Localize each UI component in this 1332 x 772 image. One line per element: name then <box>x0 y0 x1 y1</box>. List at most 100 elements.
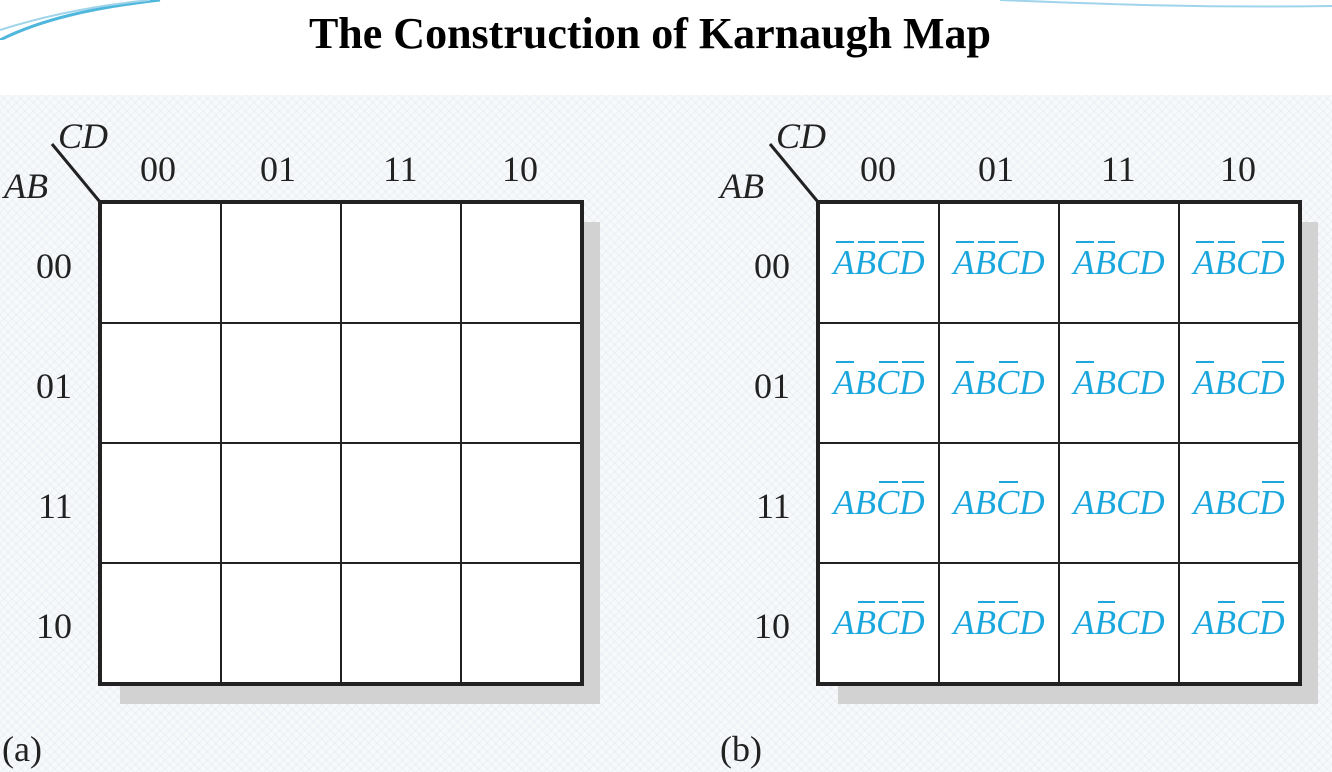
minterm-cell: ABCD <box>939 203 1059 323</box>
complemented-literal: D <box>1259 361 1285 402</box>
complemented-literal: D <box>1259 601 1285 642</box>
literal: B <box>974 363 997 402</box>
minterm-cell: ABCD <box>1059 443 1179 563</box>
complemented-literal: D <box>1259 241 1285 282</box>
complemented-literal: C <box>876 601 900 642</box>
minterm-expression: ABCD <box>953 601 1045 643</box>
complemented-literal: A <box>1073 241 1095 282</box>
row-variable-label: AB <box>720 166 764 206</box>
column-code-01: 01 <box>978 149 1014 189</box>
minterm-cell: ABCD <box>1179 443 1299 563</box>
literal: C <box>1116 483 1140 522</box>
complemented-literal: B <box>1094 601 1117 642</box>
map-grid: ABCD ABCD ABCD ABCD ABCD ABCD ABCD ABCD ABCD ABCD… <box>816 200 1302 686</box>
literal: C <box>1116 243 1140 282</box>
complemented-literal: D <box>1259 481 1285 522</box>
complemented-literal: B <box>1094 241 1117 282</box>
minterm-cell: ABCD <box>939 443 1059 563</box>
panel-caption-b: (b) <box>720 729 762 769</box>
complemented-literal: B <box>974 601 997 642</box>
complemented-literal: C <box>876 361 900 402</box>
complemented-literal: C <box>996 601 1020 642</box>
complemented-literal: B <box>854 241 877 282</box>
minterm-cell: ABCD <box>819 323 939 443</box>
row-code-01: 01 <box>754 366 790 406</box>
complemented-literal: A <box>833 241 855 282</box>
column-code-10: 10 <box>1220 149 1256 189</box>
literal: C <box>1236 363 1260 402</box>
minterm-expression: ABCD <box>1193 361 1285 403</box>
literal: B <box>854 363 877 402</box>
karnaugh-map-minterms: CD AB 00 01 11 10 00 01 11 10 ABCD ABCD AB… <box>0 0 1332 772</box>
literal: D <box>1139 363 1165 402</box>
minterm-expression: ABCD <box>953 241 1045 283</box>
minterm-cell: ABCD <box>1059 563 1179 683</box>
complemented-literal: C <box>996 241 1020 282</box>
minterm-cell: ABCD <box>819 563 939 683</box>
minterm-expression: ABCD <box>833 481 925 523</box>
literal: B <box>974 483 997 522</box>
complemented-literal: B <box>974 241 997 282</box>
complemented-literal: B <box>1214 601 1237 642</box>
complemented-literal: C <box>996 361 1020 402</box>
minterm-cell: ABCD <box>1059 323 1179 443</box>
complemented-literal: D <box>899 601 925 642</box>
complemented-literal: A <box>953 361 975 402</box>
literal: D <box>1019 483 1045 522</box>
column-code-00: 00 <box>860 149 896 189</box>
minterm-expression: ABCD <box>833 241 925 283</box>
literal: D <box>1139 603 1165 642</box>
complemented-literal: D <box>899 241 925 282</box>
literal: A <box>1073 483 1095 522</box>
literal: A <box>953 483 975 522</box>
literal: B <box>1214 483 1237 522</box>
complemented-literal: A <box>953 241 975 282</box>
literal: D <box>1139 483 1165 522</box>
complemented-literal: C <box>876 241 900 282</box>
minterm-expression: ABCD <box>1073 483 1164 523</box>
minterm-expression: ABCD <box>833 601 925 643</box>
minterm-expression: ABCD <box>1193 601 1285 643</box>
minterm-expression: ABCD <box>953 481 1045 523</box>
complemented-literal: B <box>854 601 877 642</box>
literal: B <box>854 483 877 522</box>
minterm-cell: ABCD <box>1059 203 1179 323</box>
complemented-literal: C <box>996 481 1020 522</box>
literal: D <box>1139 243 1165 282</box>
column-variable-label: CD <box>776 116 827 156</box>
literal: C <box>1236 243 1260 282</box>
complemented-literal: C <box>876 481 900 522</box>
row-code-11: 11 <box>756 486 791 526</box>
literal: B <box>1214 363 1237 402</box>
literal: D <box>1019 243 1045 282</box>
minterm-cell: ABCD <box>1179 323 1299 443</box>
literal: A <box>1193 483 1215 522</box>
complemented-literal: A <box>833 361 855 402</box>
literal: B <box>1094 483 1117 522</box>
row-code-00: 00 <box>754 246 790 286</box>
literal: A <box>833 603 855 642</box>
complemented-literal: D <box>899 361 925 402</box>
column-code-11: 11 <box>1101 149 1136 189</box>
minterm-cell: ABCD <box>819 203 939 323</box>
minterm-cell: ABCD <box>939 563 1059 683</box>
minterm-cell: ABCD <box>1179 203 1299 323</box>
literal: C <box>1236 603 1260 642</box>
minterm-expression: ABCD <box>1073 241 1165 283</box>
minterm-expression: ABCD <box>833 361 925 403</box>
literal: C <box>1236 483 1260 522</box>
literal: A <box>1193 603 1215 642</box>
minterm-cell: ABCD <box>939 323 1059 443</box>
literal: D <box>1019 603 1045 642</box>
minterm-expression: ABCD <box>1193 241 1285 283</box>
complemented-literal: A <box>1193 361 1215 402</box>
complemented-literal: B <box>1214 241 1237 282</box>
minterm-expression: ABCD <box>1073 601 1165 643</box>
literal: A <box>953 603 975 642</box>
literal: C <box>1116 603 1140 642</box>
literal: D <box>1019 363 1045 402</box>
minterm-expression: ABCD <box>1073 361 1165 403</box>
row-code-10: 10 <box>754 606 790 646</box>
minterm-expression: ABCD <box>953 361 1045 403</box>
literal: C <box>1116 363 1140 402</box>
